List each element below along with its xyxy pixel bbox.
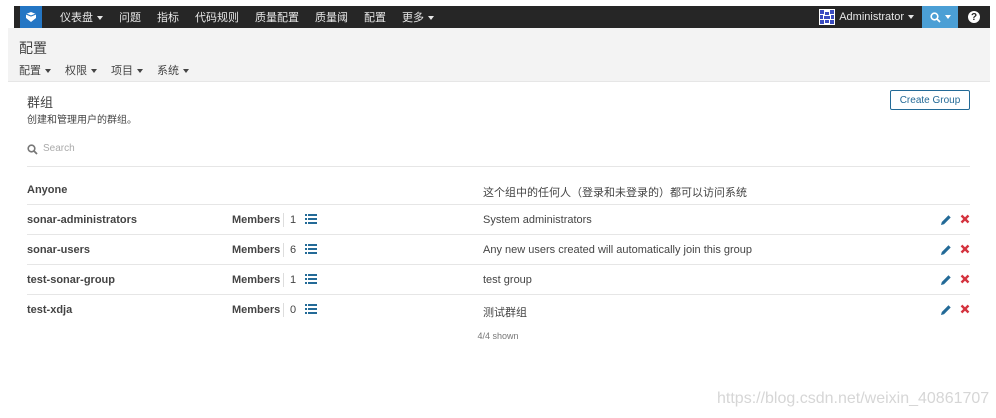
search-icon bbox=[27, 144, 38, 155]
group-name: sonar-users bbox=[27, 244, 90, 256]
caret-down-icon bbox=[183, 69, 189, 74]
nav-item-quality-profiles[interactable]: 质量配置 bbox=[255, 9, 299, 25]
members-link[interactable]: Members bbox=[232, 244, 280, 256]
page-title: 群组 bbox=[27, 95, 54, 110]
main-menu: 仪表盘 问题 指标 代码规则 质量配置 质量阈 配置 更多 bbox=[60, 9, 450, 25]
context-menu-security[interactable]: 权限 bbox=[65, 62, 97, 78]
pencil-icon[interactable] bbox=[940, 244, 952, 256]
group-description: System administrators bbox=[483, 214, 592, 226]
group-row: sonar-administrators Members 1 System ad… bbox=[27, 205, 970, 235]
group-row-anyone: Anyone 这个组中的任何人（登录和未登录的）都可以访问系统 bbox=[27, 175, 970, 205]
watermark: https://blog.csdn.net/weixin_40861707 bbox=[717, 390, 990, 407]
group-description: 这个组中的任何人（登录和未登录的）都可以访问系统 bbox=[483, 187, 747, 199]
nav-item-rules[interactable]: 代码规则 bbox=[195, 9, 239, 25]
pencil-icon[interactable] bbox=[940, 214, 952, 226]
sonarqube-logo-icon[interactable] bbox=[20, 6, 42, 28]
create-group-button[interactable]: Create Group bbox=[890, 90, 970, 110]
search-bar bbox=[27, 140, 970, 167]
delete-icon[interactable] bbox=[960, 214, 970, 224]
user-menu[interactable]: Administrator bbox=[819, 9, 914, 25]
divider bbox=[283, 303, 284, 317]
caret-down-icon bbox=[944, 15, 951, 19]
context-menu-system[interactable]: 系统 bbox=[157, 62, 189, 78]
divider bbox=[283, 273, 284, 287]
context-title: 配置 bbox=[19, 40, 47, 56]
caret-down-icon bbox=[137, 69, 143, 74]
caret-down-icon bbox=[91, 69, 97, 74]
avatar-icon bbox=[819, 9, 836, 25]
top-navbar: 仪表盘 问题 指标 代码规则 质量配置 质量阈 配置 更多 Administra… bbox=[14, 6, 990, 28]
context-menu: 配置 权限 项目 系统 bbox=[19, 62, 203, 78]
members-count: 1 bbox=[290, 214, 297, 226]
nav-right: Administrator ? bbox=[819, 6, 990, 28]
caret-down-icon bbox=[45, 69, 51, 74]
list-icon[interactable] bbox=[305, 214, 317, 224]
help-button[interactable]: ? bbox=[958, 6, 990, 28]
list-icon[interactable] bbox=[305, 274, 317, 284]
context-bar: 配置 配置 权限 项目 系统 bbox=[8, 28, 990, 82]
group-row: test-xdja Members 0 测试群组 bbox=[27, 295, 970, 325]
group-name: sonar-administrators bbox=[27, 214, 138, 226]
nav-item-dashboards[interactable]: 仪表盘 bbox=[60, 9, 103, 25]
nav-item-quality-gates[interactable]: 质量阈 bbox=[315, 9, 348, 25]
page-description: 创建和管理用户的群组。 bbox=[27, 115, 137, 126]
group-name: test-sonar-group bbox=[27, 274, 115, 286]
group-name: test-xdja bbox=[27, 304, 73, 316]
group-description: Any new users created will automatically… bbox=[483, 244, 753, 256]
caret-down-icon bbox=[97, 16, 103, 21]
results-count: 4/4 shown bbox=[477, 331, 519, 341]
user-name: Administrator bbox=[839, 11, 904, 23]
members-count: 1 bbox=[290, 274, 297, 286]
members-count: 0 bbox=[290, 304, 297, 316]
context-menu-projects[interactable]: 项目 bbox=[111, 62, 143, 78]
search-input[interactable] bbox=[43, 143, 343, 154]
caret-down-icon bbox=[908, 15, 914, 19]
members-link[interactable]: Members bbox=[232, 214, 280, 226]
group-description: test group bbox=[483, 274, 532, 286]
group-description: 测试群组 bbox=[483, 307, 527, 319]
search-icon bbox=[929, 11, 941, 23]
pencil-icon[interactable] bbox=[940, 274, 952, 286]
delete-icon[interactable] bbox=[960, 274, 970, 284]
help-icon: ? bbox=[968, 11, 980, 23]
nav-item-more[interactable]: 更多 bbox=[402, 9, 434, 25]
list-icon[interactable] bbox=[305, 244, 317, 254]
group-row: test-sonar-group Members 1 test group bbox=[27, 265, 970, 295]
pencil-icon[interactable] bbox=[940, 304, 952, 316]
group-row: sonar-users Members 6 Any new users crea… bbox=[27, 235, 970, 265]
list-icon[interactable] bbox=[305, 304, 317, 314]
nav-item-measures[interactable]: 指标 bbox=[157, 9, 179, 25]
members-count: 6 bbox=[290, 244, 297, 256]
delete-icon[interactable] bbox=[960, 304, 970, 314]
divider bbox=[283, 213, 284, 227]
nav-item-issues[interactable]: 问题 bbox=[119, 9, 141, 25]
members-link[interactable]: Members bbox=[232, 274, 280, 286]
members-link[interactable]: Members bbox=[232, 304, 280, 316]
divider bbox=[283, 243, 284, 257]
context-menu-configuration[interactable]: 配置 bbox=[19, 62, 51, 78]
delete-icon[interactable] bbox=[960, 244, 970, 254]
group-name: Anyone bbox=[27, 184, 68, 196]
global-search-button[interactable] bbox=[922, 6, 958, 28]
nav-item-settings[interactable]: 配置 bbox=[364, 9, 386, 25]
caret-down-icon bbox=[428, 16, 434, 21]
